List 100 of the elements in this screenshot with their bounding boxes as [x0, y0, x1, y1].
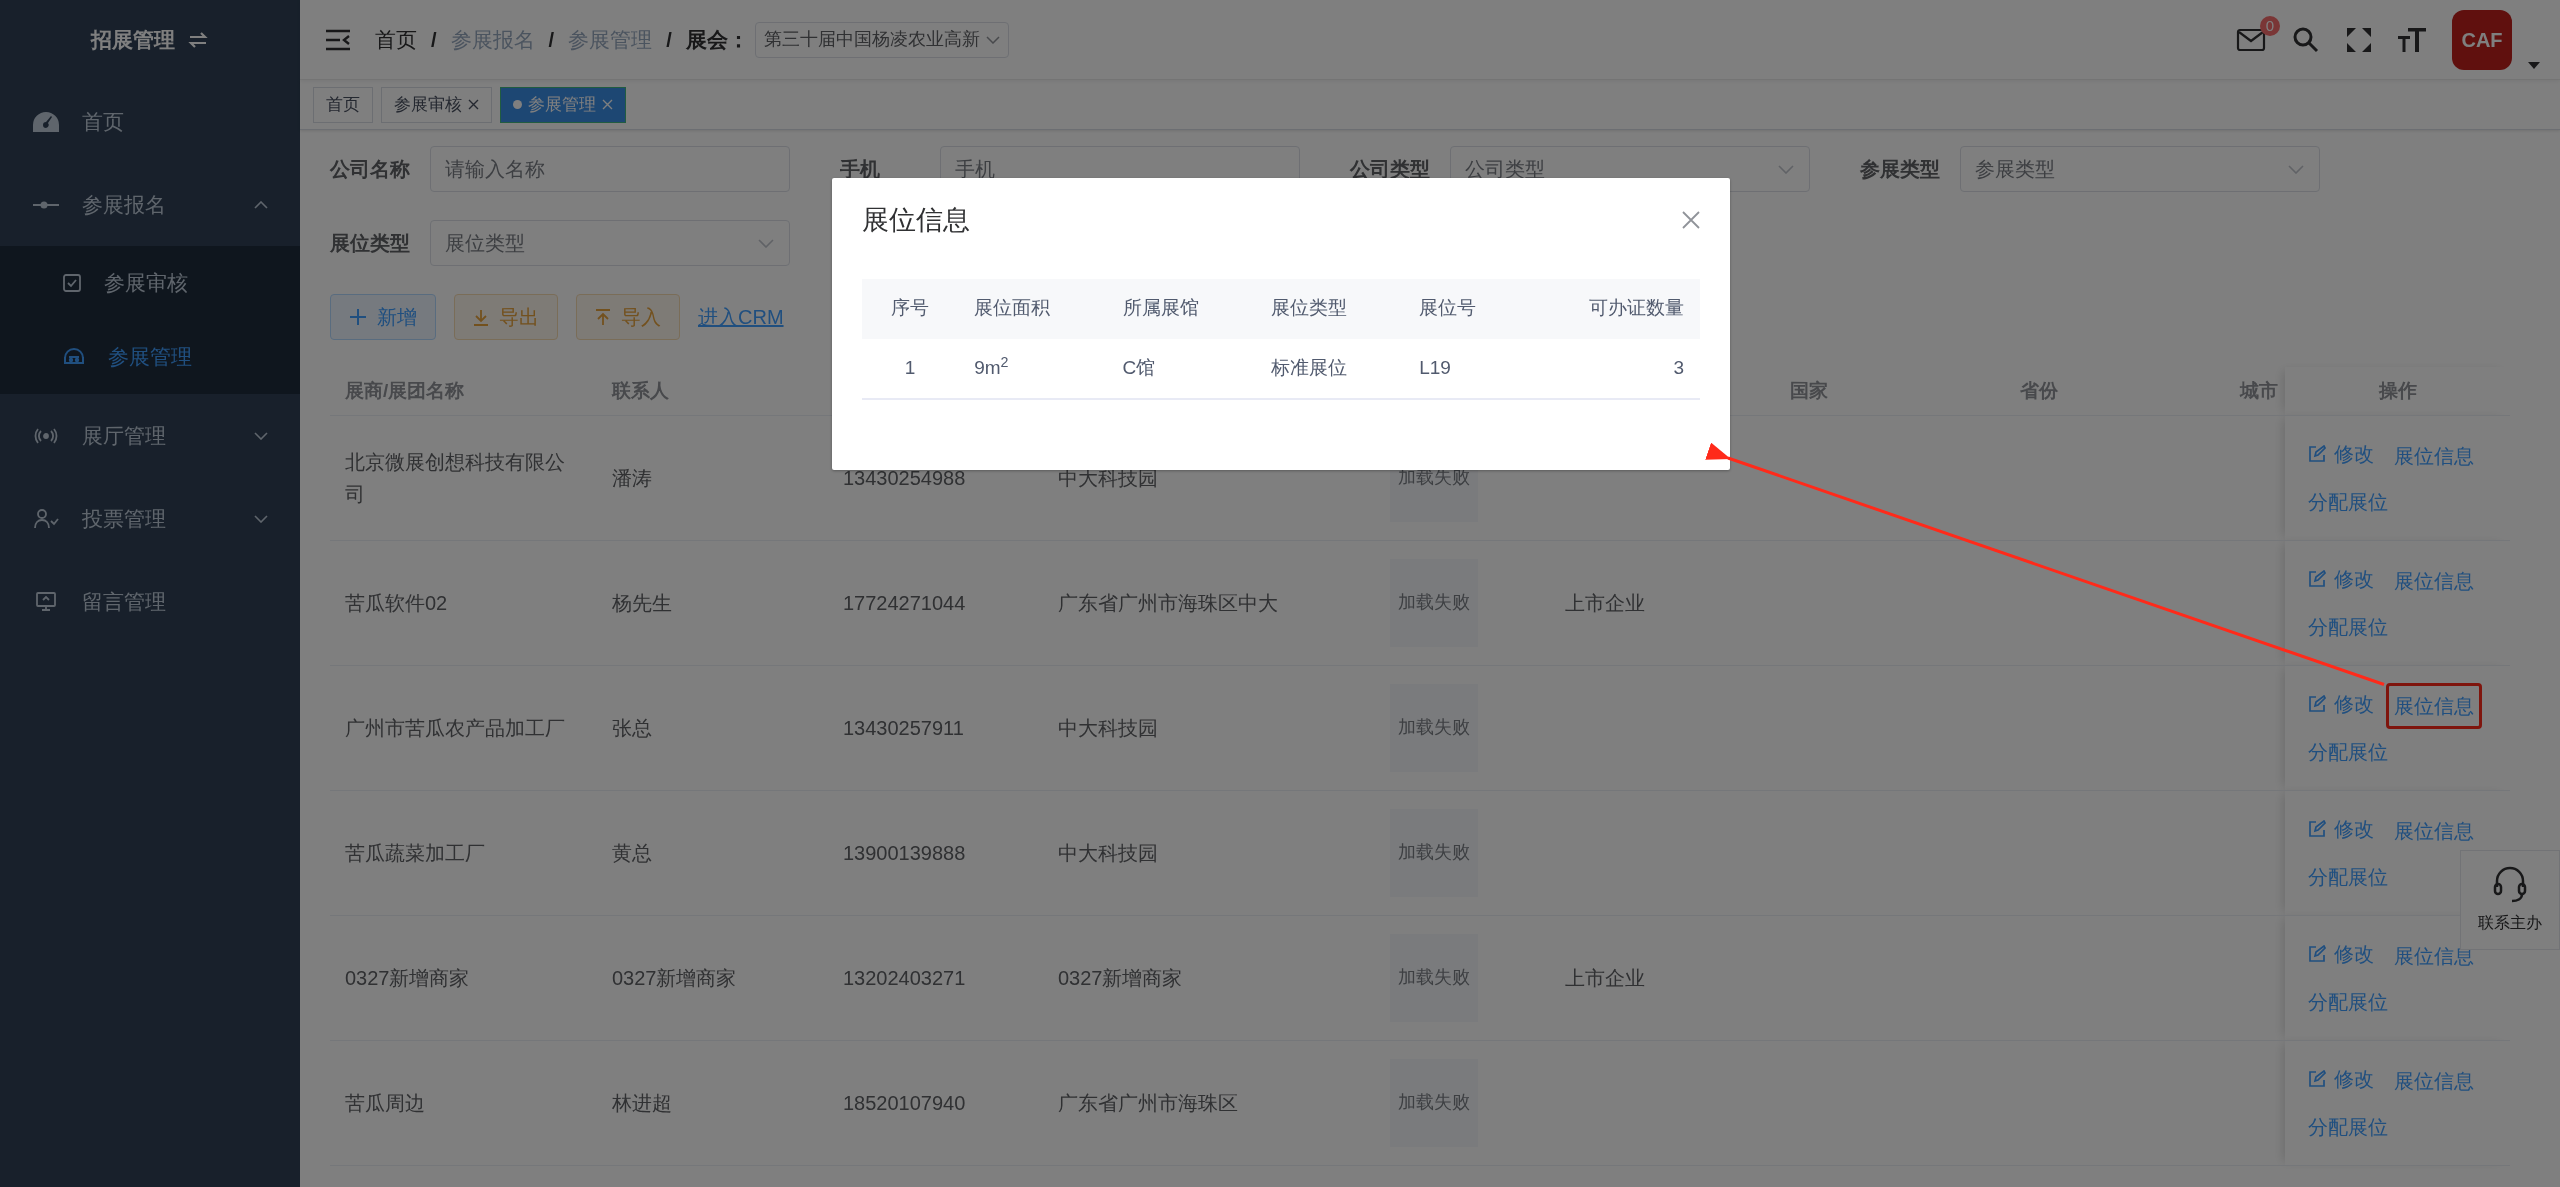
table-cell: 标准展位: [1270, 356, 1347, 378]
table-cell: 苦瓜周边: [345, 1091, 425, 1114]
field-label: 手机: [840, 157, 881, 182]
table-cell: 0327新增商家: [1058, 966, 1183, 989]
select-field[interactable]: 展位类型: [430, 220, 790, 266]
field-label: 公司名称: [330, 157, 411, 182]
contact-organizer-button[interactable]: 联系主办: [2460, 850, 2560, 950]
table-cell: 广东省广州市海珠区中大: [1058, 591, 1278, 614]
breadcrumb-separator: /: [548, 27, 555, 53]
mail-icon[interactable]: [2236, 27, 2266, 52]
chevron-icon: [254, 514, 268, 523]
swap-icon[interactable]: [187, 31, 209, 49]
column-header: 展位面积: [974, 297, 1051, 319]
assign-booth-link[interactable]: 分配展位: [2300, 728, 2396, 775]
page-tab[interactable]: 参展管理: [500, 86, 626, 123]
signal-icon: [32, 427, 60, 444]
edit-link[interactable]: 修改: [2300, 430, 2382, 477]
plus-icon: [349, 308, 367, 326]
table-cell: 13430257911: [843, 716, 964, 739]
crm-link[interactable]: 进入CRM: [698, 302, 784, 332]
breadcrumb-separator: /: [666, 27, 672, 53]
field-label: 公司类型: [1350, 157, 1431, 182]
table-cell: 17724271044: [843, 591, 966, 614]
edit-link[interactable]: 修改: [2300, 805, 2382, 852]
column-header: 展位类型: [1270, 297, 1347, 319]
load-failed-text: 加载失败: [1398, 841, 1470, 865]
exhibition-select[interactable]: 第三十届中国杨凌农业高新: [754, 21, 1009, 58]
table-cell: 广州市苦瓜农产品加工厂: [345, 716, 565, 739]
table-cell: 13430254988: [843, 466, 966, 489]
table-cell: 9m$^{2}$: [974, 356, 1009, 378]
assign-booth-link[interactable]: 分配展位: [2300, 853, 2396, 900]
column-header: 可办证数量: [1589, 297, 1684, 319]
notification-badge: 0: [2259, 15, 2280, 36]
booth-info-link[interactable]: 展位信息: [2386, 432, 2482, 479]
edit-icon: [2308, 944, 2326, 963]
assign-booth-link[interactable]: 分配展位: [2300, 1103, 2396, 1150]
sidebar-item[interactable]: 投票管理: [0, 477, 300, 560]
table-cell: 苦瓜软件02: [345, 591, 448, 614]
input-field[interactable]: 请输入名称: [430, 146, 790, 192]
table-cell: 杨先生: [612, 591, 672, 614]
sidebar-subitem[interactable]: 参展审核: [0, 246, 300, 320]
breadcrumb-link[interactable]: 首页: [375, 23, 417, 56]
table-cell: 上市企业: [1565, 966, 1645, 989]
menu-icon[interactable]: [325, 28, 351, 51]
sidebar-item[interactable]: 留言管理: [0, 560, 300, 643]
sidebar-item[interactable]: 参展报名: [0, 163, 300, 246]
load-failed-text: 加载失败: [1398, 1091, 1470, 1115]
table-cell: 0327新增商家: [345, 966, 470, 989]
chevron-icon: [985, 35, 1000, 44]
table-cell: 13900139888: [843, 841, 966, 864]
chevron-icon: [2288, 165, 2304, 174]
assign-booth-link[interactable]: 分配展位: [2300, 603, 2396, 650]
dialog-title: 展位信息: [862, 204, 970, 237]
export-button[interactable]: 导出: [454, 294, 558, 340]
close-icon[interactable]: [1682, 211, 1700, 230]
table-cell: 广东省广州市海珠区: [1058, 1091, 1238, 1114]
load-failed-text: 加载失败: [1398, 591, 1470, 615]
sidebar-item[interactable]: 首页: [0, 80, 300, 163]
checkbox-icon: [62, 273, 82, 293]
avatar-logo[interactable]: CAF: [2452, 9, 2512, 70]
assign-booth-link[interactable]: 分配展位: [2300, 478, 2396, 525]
import-button[interactable]: 导入: [576, 294, 680, 340]
table-cell: 3: [1673, 356, 1684, 378]
edit-link[interactable]: 修改: [2300, 555, 2382, 602]
load-failed-text: 加载失败: [1398, 966, 1470, 990]
booth-info-link[interactable]: 展位信息: [2386, 682, 2482, 729]
fullscreen-icon[interactable]: [2346, 26, 2372, 53]
load-failed-text: 加载失败: [1398, 716, 1470, 740]
edit-link[interactable]: 修改: [2300, 680, 2382, 727]
edit-icon: [2308, 819, 2326, 838]
select-field[interactable]: 参展类型: [1960, 146, 2320, 192]
table-cell: 林进超: [612, 1091, 672, 1114]
table-cell: 0327新增商家: [612, 966, 737, 989]
sidebar-title: 招展管理: [91, 27, 175, 54]
contact-label: 联系主办: [2478, 913, 2542, 933]
chevron-icon: [1778, 165, 1794, 174]
close-icon[interactable]: [468, 99, 479, 110]
edit-link[interactable]: 修改: [2300, 930, 2382, 977]
slider-icon: [32, 199, 60, 210]
edit-link[interactable]: 修改: [2300, 1055, 2382, 1102]
edit-icon: [2308, 1069, 2326, 1088]
sidebar-item[interactable]: 展厅管理: [0, 394, 300, 477]
table-cell: 潘涛: [612, 466, 652, 489]
table-cell: 苦瓜蔬菜加工厂: [345, 841, 485, 864]
search-icon[interactable]: [2292, 25, 2320, 54]
exhibition-label: 展会：: [685, 26, 749, 53]
booth-info-link[interactable]: 展位信息: [2386, 557, 2482, 604]
sidebar-subitem[interactable]: 参展管理: [0, 320, 300, 394]
add-button[interactable]: 新增: [330, 294, 436, 340]
assign-booth-link[interactable]: 分配展位: [2300, 978, 2396, 1025]
font-size-icon[interactable]: [2398, 26, 2426, 53]
booth-info-link[interactable]: 展位信息: [2386, 1057, 2482, 1104]
field-label: 参展类型: [1860, 157, 1941, 182]
caret-icon[interactable]: [2528, 61, 2540, 70]
page-tab[interactable]: 首页: [313, 86, 373, 123]
page-tab[interactable]: 参展审核: [381, 86, 492, 123]
column-header: 序号: [891, 297, 930, 319]
table-cell: L19: [1419, 356, 1451, 378]
table-cell: 18520107940: [843, 1091, 966, 1114]
table-cell: 北京微展创想科技有限公司: [345, 450, 565, 505]
